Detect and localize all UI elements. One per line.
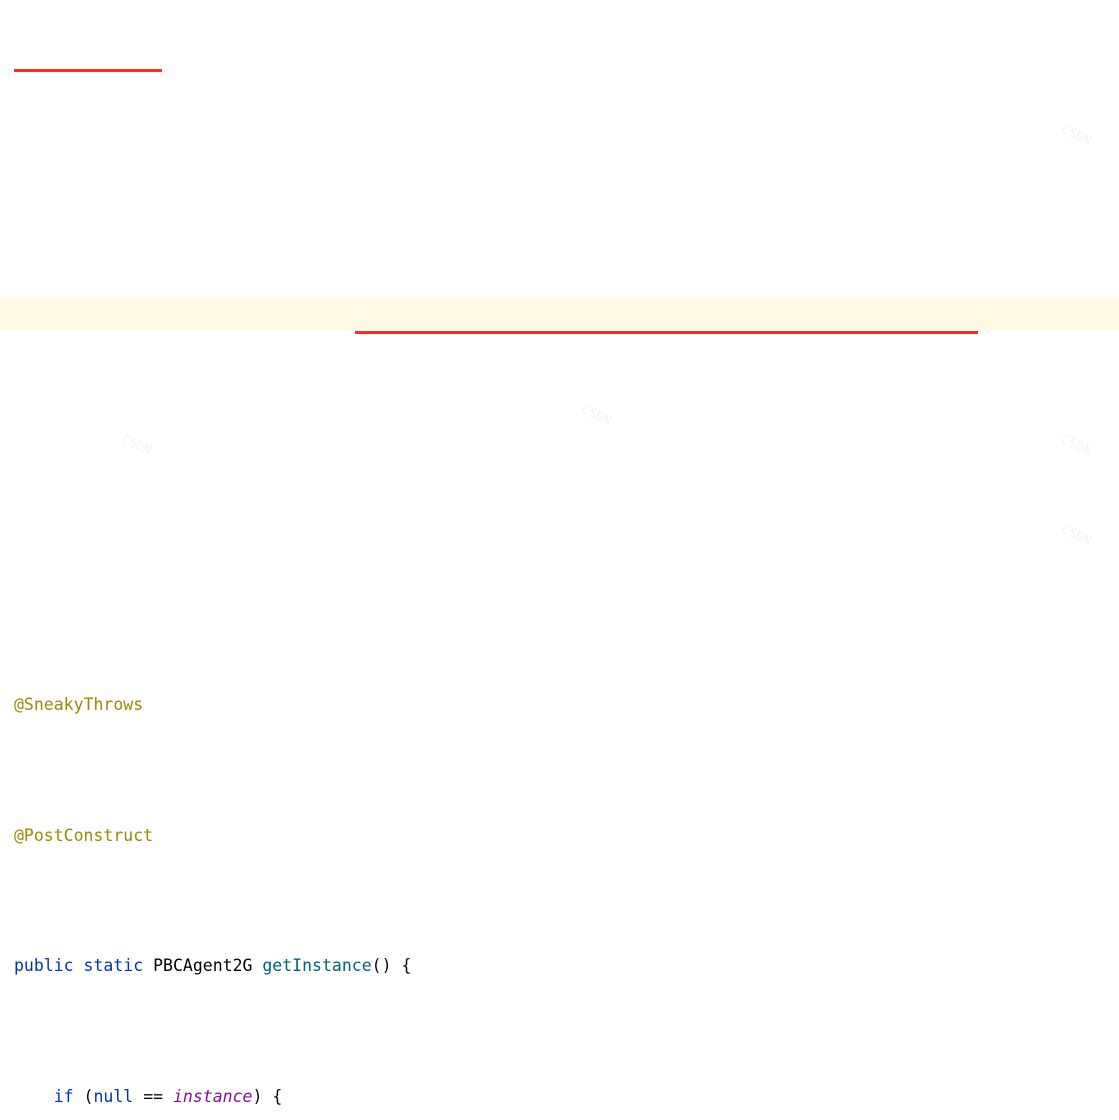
annotation-sneakythrows: @SneakyThrows bbox=[14, 695, 143, 714]
cond-close: ) { bbox=[252, 1087, 282, 1106]
code-line[interactable]: if (null == instance) { bbox=[14, 1081, 1119, 1114]
keyword-static: static bbox=[84, 956, 144, 975]
error-underline bbox=[355, 331, 978, 334]
keyword-null: null bbox=[94, 1087, 134, 1106]
watermark: CSDN bbox=[575, 395, 617, 438]
watermark: CSDN bbox=[1055, 115, 1097, 158]
annotation-postconstruct: @PostConstruct bbox=[14, 826, 153, 845]
code-editor[interactable]: CSDN CSDN CSDN CSDN CSDN @SneakyThrows @… bbox=[0, 0, 1119, 1120]
operator-eq: == bbox=[143, 1087, 163, 1106]
keyword-if: if bbox=[54, 1087, 74, 1106]
paren-open: ( bbox=[74, 1087, 94, 1106]
parens: () bbox=[372, 956, 392, 975]
code-line[interactable]: public static PBCAgent2G getInstance() { bbox=[14, 950, 1119, 983]
watermark: CSDN bbox=[1055, 515, 1097, 558]
annotation-underline bbox=[14, 69, 162, 72]
keyword-public: public bbox=[14, 956, 74, 975]
method-getinstance: getInstance bbox=[262, 956, 371, 975]
return-type: PBCAgent2G bbox=[153, 956, 252, 975]
code-line[interactable]: @PostConstruct bbox=[14, 820, 1119, 853]
field-instance: instance bbox=[173, 1087, 252, 1106]
watermark: CSDN bbox=[1055, 425, 1097, 468]
current-line-highlight bbox=[0, 297, 1119, 330]
code-line[interactable]: @SneakyThrows bbox=[14, 689, 1119, 722]
brace-open: { bbox=[392, 956, 412, 975]
watermark: CSDN bbox=[115, 425, 157, 468]
